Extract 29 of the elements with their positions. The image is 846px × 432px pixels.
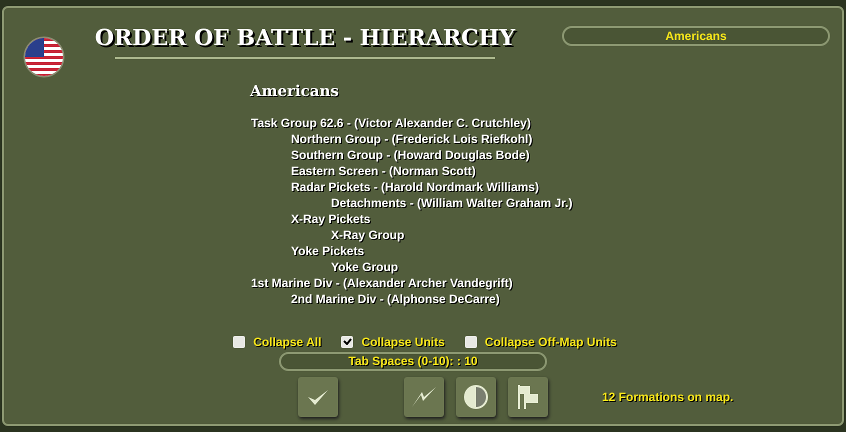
side-selector[interactable]: Americans	[562, 26, 830, 46]
flags-icon	[516, 384, 540, 410]
contrast-icon	[463, 384, 489, 410]
flags-button[interactable]	[508, 376, 548, 416]
unit-entry: X-Ray Group	[330, 226, 406, 242]
unit-entry: 1st Marine Div - (Alexander Archer Vandegrift)	[251, 274, 514, 290]
zigzag-icon	[411, 386, 437, 408]
contrast-button[interactable]	[456, 376, 496, 416]
checkmark-icon	[342, 338, 352, 345]
unit-entry: Radar Pickets - (Harold Nordmark Williams)	[290, 178, 540, 194]
subtitle: Americans	[250, 81, 339, 102]
unit-entry: Southern Group - (Howard Douglas Bode)	[290, 146, 531, 162]
unit-entry: Yoke Pickets	[290, 242, 366, 258]
option-checkbox[interactable]: Collapse Off-Map Units	[464, 332, 617, 350]
option-checkbox[interactable]: Collapse All	[233, 332, 322, 350]
check-button[interactable]	[298, 376, 338, 416]
unit-entry: Eastern Screen - (Norman Scott)	[290, 162, 477, 178]
flag-icon	[23, 36, 65, 78]
unit-entry: Yoke Group	[330, 258, 400, 274]
unit-entry: Northern Group - (Frederick Lois Riefkohl)	[290, 130, 534, 146]
unit-entry: Task Group 62.6 - (Victor Alexander C. Crutchley)	[251, 114, 532, 130]
unit-entry: Detachments - (William Walter Graham Jr.)	[330, 194, 573, 210]
option-checkbox[interactable]: Collapse Units	[341, 332, 445, 350]
tab-spaces-bar[interactable]: Tab Spaces (0-10): : 10	[279, 352, 547, 370]
zigzag-button[interactable]	[404, 376, 444, 416]
unit-entry: 2nd Marine Div - (Alphonse DeCarre)	[290, 290, 501, 306]
status-text: 12 Formations on map.	[602, 388, 734, 406]
unit-entry: X-Ray Pickets	[290, 210, 372, 226]
dialog-title: ORDER OF BATTLE - HIERARCHY	[94, 24, 516, 53]
